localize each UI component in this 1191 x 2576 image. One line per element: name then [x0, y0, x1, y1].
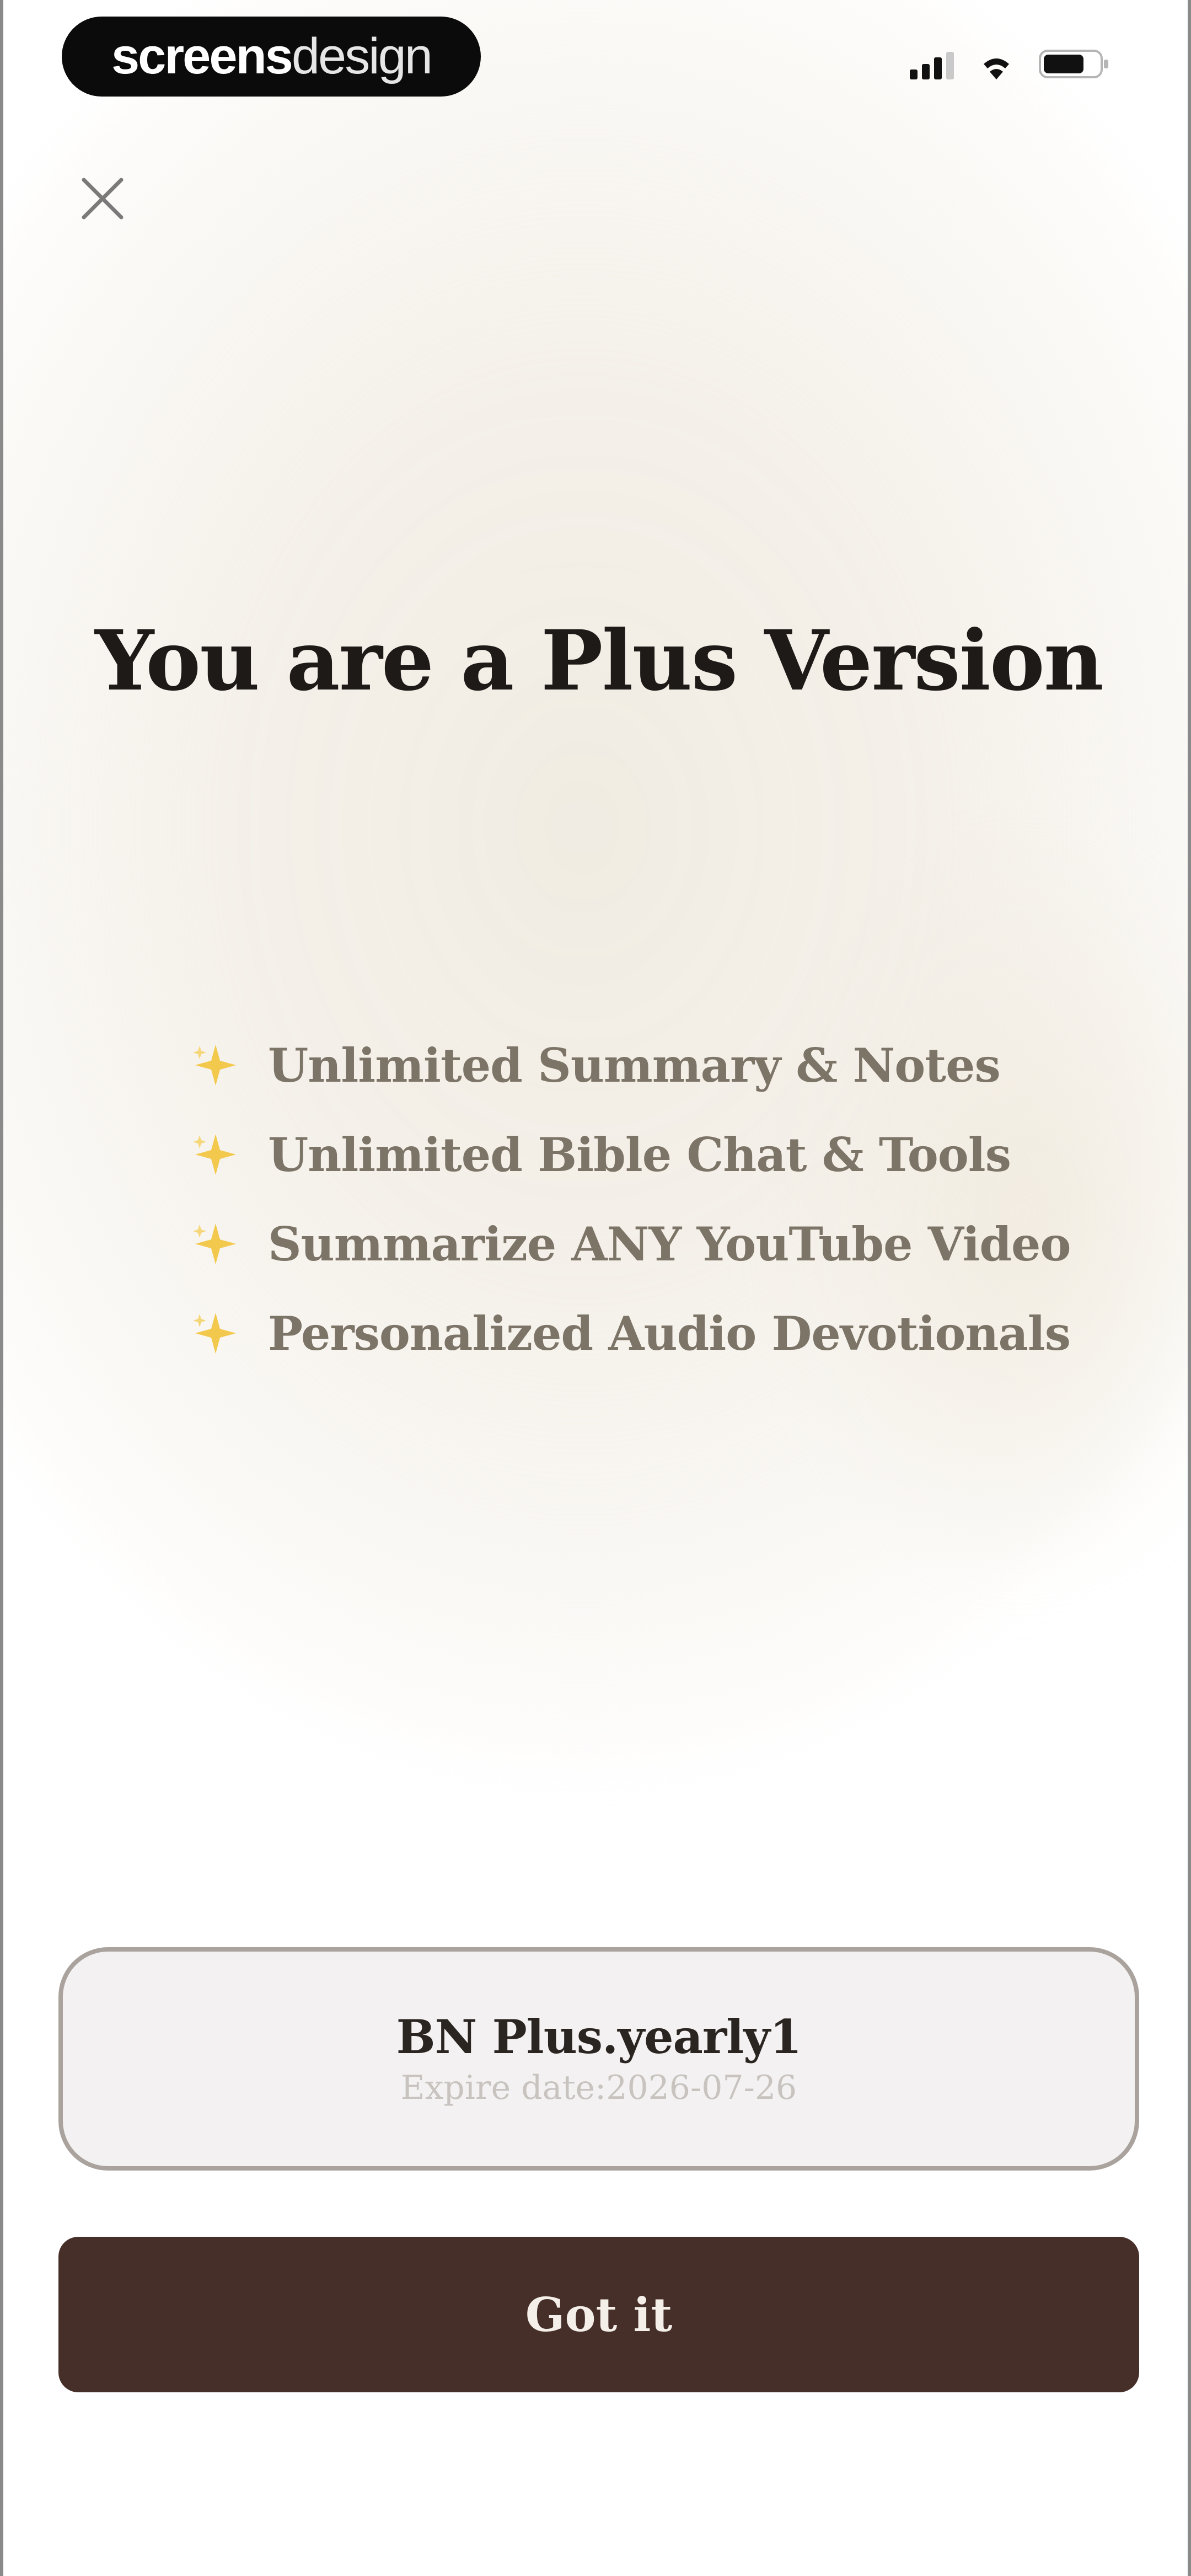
plan-expire-date: Expire date:2026-07-26: [400, 2068, 797, 2107]
feature-item: Unlimited Bible Chat & Tools: [191, 1110, 1071, 1199]
plus-confirmation-screen: screens design You are a Plus Version Un…: [0, 0, 1191, 2576]
close-icon: [82, 178, 124, 220]
feature-item: Unlimited Summary & Notes: [191, 1020, 1071, 1110]
sparkle-icon: [191, 1040, 268, 1090]
plan-name: BN Plus.yearly1: [396, 2010, 802, 2065]
feature-item: Personalized Audio Devotionals: [191, 1289, 1071, 1378]
feature-label: Summarize ANY YouTube Video: [268, 1216, 1071, 1271]
status-bar-icons: [910, 49, 1110, 79]
battery-icon: [1039, 50, 1108, 78]
feature-label: Personalized Audio Devotionals: [268, 1306, 1071, 1361]
brand-part-2: design: [291, 28, 433, 84]
cellular-signal-icon: [910, 52, 954, 79]
page-title: You are a Plus Version: [95, 612, 1104, 709]
screensdesign-watermark: screens design: [62, 17, 481, 97]
feature-list: Unlimited Summary & Notes Unlimited Bibl…: [191, 1020, 1071, 1378]
sparkle-icon: [191, 1308, 268, 1358]
got-it-button[interactable]: Got it: [58, 2237, 1139, 2392]
sparkle-icon: [191, 1130, 268, 1179]
feature-item: Summarize ANY YouTube Video: [191, 1199, 1071, 1289]
feature-label: Unlimited Summary & Notes: [268, 1038, 1001, 1093]
close-button[interactable]: [69, 165, 136, 232]
wifi-icon: [984, 58, 1009, 79]
current-plan-card: BN Plus.yearly1 Expire date:2026-07-26: [58, 1947, 1139, 2171]
feature-label: Unlimited Bible Chat & Tools: [268, 1127, 1011, 1182]
brand-part-1: screens: [111, 28, 293, 84]
sparkle-icon: [191, 1219, 268, 1269]
